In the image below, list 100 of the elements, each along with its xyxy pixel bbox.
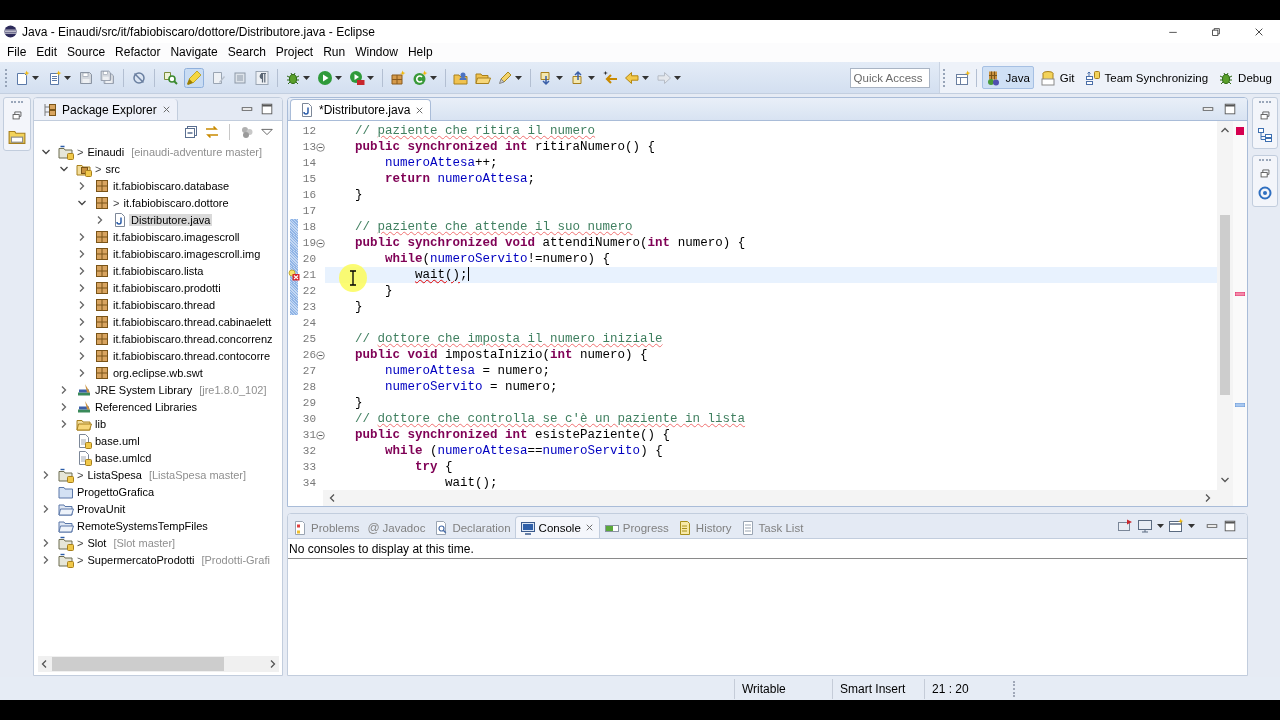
star-arrow-icon[interactable] xyxy=(602,69,618,86)
tree-item[interactable]: it.fabiobiscaro.dottore xyxy=(121,196,231,209)
dropdown-arrow-icon[interactable] xyxy=(515,75,522,80)
menu-item[interactable]: Refactor xyxy=(110,44,166,61)
quick-access-field[interactable]: Quick Access xyxy=(849,67,930,88)
dropdown-arrow-icon[interactable] xyxy=(335,75,342,80)
error-line-marker-icon[interactable] xyxy=(1235,292,1245,296)
chevron-right-icon[interactable] xyxy=(77,333,87,344)
chevron-right-icon[interactable] xyxy=(41,537,51,548)
save-icon[interactable] xyxy=(78,69,94,86)
menu-item[interactable]: Project xyxy=(270,44,319,61)
tree-item[interactable]: ProgettoGrafica xyxy=(75,485,157,498)
menu-item[interactable]: Edit xyxy=(31,44,63,61)
document-star-icon[interactable] xyxy=(14,69,30,86)
menu-item[interactable]: Navigate xyxy=(165,44,223,61)
save-all-icon[interactable] xyxy=(100,69,116,86)
play-toolbox-icon[interactable] xyxy=(349,69,365,86)
highlighter-icon[interactable] xyxy=(184,67,204,88)
chevron-right-icon[interactable] xyxy=(59,384,69,395)
tree-item[interactable]: it.fabiobiscaro.lista xyxy=(111,264,206,277)
chevron-right-icon[interactable] xyxy=(59,418,69,429)
chevron-right-icon[interactable] xyxy=(77,248,87,259)
tree-item[interactable]: org.eclipse.wb.swt xyxy=(111,366,205,379)
tree-boxes-icon[interactable] xyxy=(1257,127,1273,143)
chevron-right-icon[interactable] xyxy=(59,401,69,412)
chevron-right-icon[interactable] xyxy=(77,316,87,327)
tree-item[interactable]: it.fabiobiscaro.imagescroll xyxy=(111,230,242,243)
fold-collapse-icon[interactable] xyxy=(316,430,325,440)
perspective-button[interactable]: Team Synchronizing xyxy=(1080,66,1213,89)
tree-item[interactable]: ListaSpesa xyxy=(85,468,144,481)
restore-icon[interactable] xyxy=(1258,108,1272,122)
tree-item[interactable]: it.fabiobiscaro.prodotti xyxy=(111,281,223,294)
chevron-right-icon[interactable] xyxy=(95,214,105,225)
chevron-right-icon[interactable] xyxy=(77,282,87,293)
tree-item[interactable]: RemoteSystemsTempFiles xyxy=(75,519,210,532)
menu-item[interactable]: Source xyxy=(62,44,111,61)
tree-item[interactable]: SupermercatoProdotti xyxy=(85,553,197,566)
tree-item[interactable]: it.fabiobiscaro.database xyxy=(111,179,232,192)
chevron-right-icon[interactable] xyxy=(41,503,51,514)
maximize-icon[interactable] xyxy=(1223,519,1237,533)
ring-icon[interactable] xyxy=(1257,185,1273,201)
dropdown-arrow-icon[interactable] xyxy=(367,75,374,80)
perspective-button[interactable]: Git xyxy=(1035,66,1079,89)
dropdown-arrow-icon[interactable] xyxy=(430,75,437,80)
perspective-button[interactable]: Java xyxy=(981,66,1034,89)
scrollbar-thumb[interactable] xyxy=(52,657,224,671)
circles-icon[interactable] xyxy=(239,124,255,140)
chevron-right-icon[interactable] xyxy=(77,231,87,242)
chevron-right-icon[interactable] xyxy=(77,299,87,310)
tree-item[interactable]: it.fabiobiscaro.thread.cabinaelett xyxy=(111,315,274,328)
tree-item[interactable]: ProvaUnit xyxy=(75,502,128,515)
dropdown-arrow-icon[interactable] xyxy=(588,75,595,80)
chevron-right-icon[interactable] xyxy=(41,469,51,480)
menu-item[interactable]: Run xyxy=(318,44,351,61)
dropdown-arrow-icon[interactable] xyxy=(32,75,39,80)
monitor-flag-icon[interactable] xyxy=(1117,518,1133,534)
chevron-right-icon[interactable] xyxy=(77,350,87,361)
chevron-right-icon[interactable] xyxy=(41,554,51,565)
tree-item[interactable]: src xyxy=(103,162,123,175)
tree-item[interactable]: it.fabiobiscaro.thread.concorrenz xyxy=(111,332,275,345)
tree-item[interactable]: lib xyxy=(93,417,108,430)
package-star-icon[interactable] xyxy=(390,69,406,86)
dropdown-arrow-icon[interactable] xyxy=(303,75,310,80)
dropdown-arrow-icon[interactable] xyxy=(674,75,681,80)
tree-item[interactable]: Einaudi xyxy=(85,145,127,158)
perspective-button[interactable]: Debug xyxy=(1214,66,1276,89)
collapse-all-icon[interactable] xyxy=(183,124,199,140)
tree-item[interactable]: Distributore.java xyxy=(129,213,213,226)
tree-item[interactable]: Slot xyxy=(85,536,109,549)
tree-item[interactable]: base.uml xyxy=(93,434,142,447)
maximize-icon[interactable] xyxy=(1223,102,1237,116)
view-tab[interactable]: Console xyxy=(514,516,600,538)
fold-collapse-icon[interactable] xyxy=(316,238,325,248)
restore-icon[interactable] xyxy=(1258,166,1272,180)
dropdown-arrow-icon[interactable] xyxy=(1188,524,1195,528)
magnifier-icon[interactable] xyxy=(162,69,178,86)
chevron-right-icon[interactable] xyxy=(77,180,87,191)
annotation-marker-icon[interactable] xyxy=(1235,403,1245,407)
chevron-right-icon[interactable] xyxy=(77,367,87,378)
two-arrows-icon[interactable] xyxy=(204,124,220,140)
dropdown-arrow-icon[interactable] xyxy=(1157,524,1164,528)
monitor-icon[interactable] xyxy=(1137,518,1153,534)
scrollbar-thumb[interactable] xyxy=(1220,215,1230,395)
menu-item[interactable]: File xyxy=(2,44,32,61)
dropdown-arrow-icon[interactable] xyxy=(642,75,649,80)
tree-item[interactable]: it.fabiobiscaro.thread.contocorre xyxy=(111,349,273,362)
restore-icon[interactable] xyxy=(10,108,24,122)
tree-item[interactable]: Referenced Libraries xyxy=(93,400,200,413)
menu-item[interactable]: Window xyxy=(350,44,403,61)
pilcrow-icon[interactable] xyxy=(254,69,270,86)
play-icon[interactable] xyxy=(317,69,333,86)
tree-item[interactable]: it.fabiobiscaro.imagescroll.img xyxy=(111,247,263,260)
fold-collapse-icon[interactable] xyxy=(316,142,325,152)
menu-item[interactable]: Search xyxy=(222,44,271,61)
tree-item[interactable]: JRE System Library xyxy=(93,383,195,396)
fold-collapse-icon[interactable] xyxy=(316,350,325,360)
tree-item[interactable]: base.umlcd xyxy=(93,451,154,464)
dropdown-arrow-icon[interactable] xyxy=(556,75,563,80)
menu-item[interactable]: Help xyxy=(402,44,438,61)
crossed-circle-icon[interactable] xyxy=(131,69,147,86)
